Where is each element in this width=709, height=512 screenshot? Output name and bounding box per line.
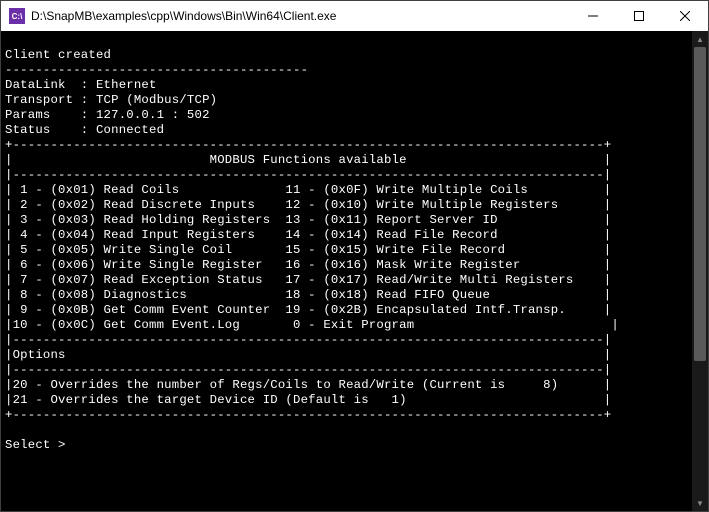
cursor: [73, 439, 80, 452]
datalink-line: DataLink : Ethernet: [5, 78, 157, 92]
maximize-icon: [634, 11, 644, 21]
window-controls: [570, 1, 708, 31]
box-dash: |---------------------------------------…: [5, 363, 611, 377]
window-title: D:\SnapMB\examples\cpp\Windows\Bin\Win64…: [31, 9, 570, 23]
scrollbar-track[interactable]: [692, 47, 708, 495]
box-top: +---------------------------------------…: [5, 138, 611, 152]
fn-row-1: | 1 - (0x01) Read Coils 11 - (0x0F) Writ…: [5, 183, 611, 197]
prompt: Select >: [5, 438, 73, 452]
client-area: Client created -------------------------…: [1, 31, 708, 511]
fn-row-6: | 6 - (0x06) Write Single Register 16 - …: [5, 258, 611, 272]
maximize-button[interactable]: [616, 1, 662, 31]
opt-row-1: |20 - Overrides the number of Regs/Coils…: [5, 378, 611, 392]
options-header: |Options |: [5, 348, 611, 362]
scroll-down-arrow-icon[interactable]: ▼: [692, 495, 708, 511]
vertical-scrollbar[interactable]: ▲ ▼: [692, 31, 708, 511]
box-dash: |---------------------------------------…: [5, 333, 611, 347]
fn-row-4: | 4 - (0x04) Read Input Registers 14 - (…: [5, 228, 611, 242]
close-icon: [680, 11, 690, 21]
status-line: Status : Connected: [5, 123, 164, 137]
opt-row-2: |21 - Overrides the target Device ID (De…: [5, 393, 611, 407]
fn-row-9: | 9 - (0x0B) Get Comm Event Counter 19 -…: [5, 303, 611, 317]
fn-row-8: | 8 - (0x08) Diagnostics 18 - (0x18) Rea…: [5, 288, 611, 302]
app-icon: C:\: [9, 8, 25, 24]
fn-row-10: |10 - (0x0C) Get Comm Event.Log 0 - Exit…: [5, 318, 619, 332]
close-button[interactable]: [662, 1, 708, 31]
terminal[interactable]: Client created -------------------------…: [1, 31, 692, 511]
modbus-header: | MODBUS Functions available |: [5, 153, 611, 167]
fn-row-5: | 5 - (0x05) Write Single Coil 15 - (0x1…: [5, 243, 611, 257]
minimize-icon: [588, 11, 598, 21]
client-created-line: Client created: [5, 48, 111, 62]
titlebar[interactable]: C:\ D:\SnapMB\examples\cpp\Windows\Bin\W…: [1, 1, 708, 31]
transport-line: Transport : TCP (Modbus/TCP): [5, 93, 217, 107]
box-dash: |---------------------------------------…: [5, 168, 611, 182]
params-line: Params : 127.0.0.1 : 502: [5, 108, 210, 122]
fn-row-3: | 3 - (0x03) Read Holding Registers 13 -…: [5, 213, 611, 227]
blank-line: [5, 33, 13, 47]
scrollbar-thumb[interactable]: [694, 47, 706, 361]
scroll-up-arrow-icon[interactable]: ▲: [692, 31, 708, 47]
divider-line: ----------------------------------------: [5, 63, 308, 77]
blank-line: [5, 423, 13, 437]
app-window: C:\ D:\SnapMB\examples\cpp\Windows\Bin\W…: [0, 0, 709, 512]
minimize-button[interactable]: [570, 1, 616, 31]
fn-row-2: | 2 - (0x02) Read Discrete Inputs 12 - (…: [5, 198, 611, 212]
box-bottom: +---------------------------------------…: [5, 408, 611, 422]
fn-row-7: | 7 - (0x07) Read Exception Status 17 - …: [5, 273, 611, 287]
